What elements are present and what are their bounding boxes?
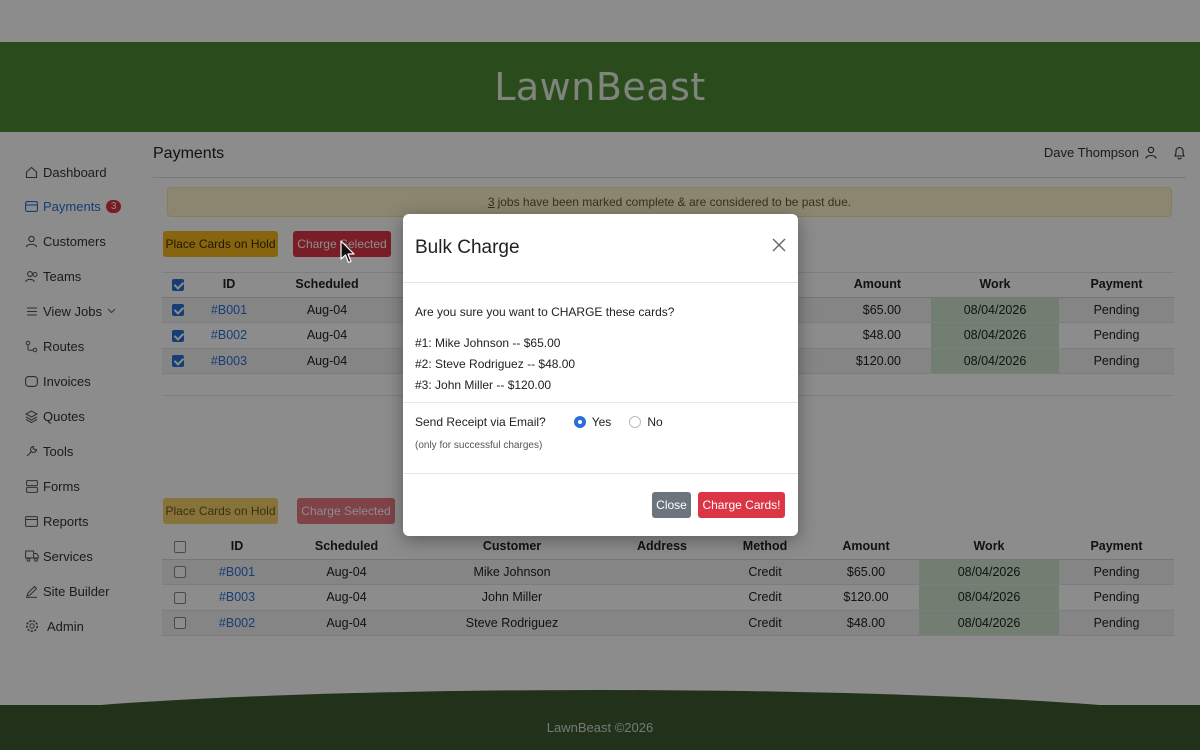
close-button[interactable]: Close — [652, 492, 691, 518]
close-icon[interactable] — [772, 238, 786, 252]
receipt-no-radio[interactable] — [629, 416, 642, 428]
modal-header: Bulk Charge — [403, 214, 798, 283]
send-receipt-label: Send Receipt via Email? — [415, 415, 546, 429]
modal-divider — [403, 402, 798, 403]
bulk-charge-modal: Bulk Charge Are you sure you want to CHA… — [403, 214, 798, 536]
app-window: LawnBeast Dashboard Payments 3 Customers… — [0, 0, 1200, 750]
charge-cards-button[interactable]: Charge Cards! — [698, 492, 785, 518]
charge-list-item: #1: Mike Johnson -- $65.00 — [415, 336, 561, 350]
charge-list-item: #2: Steve Rodriguez -- $48.00 — [415, 357, 576, 371]
receipt-yes-radio[interactable] — [573, 416, 586, 428]
modal-title: Bulk Charge — [415, 237, 520, 258]
send-receipt-row: Send Receipt via Email? Yes No — [415, 415, 663, 429]
modal-body: Are you sure you want to CHARGE these ca… — [415, 305, 785, 396]
charge-list-item: #3: John Miller -- $120.00 — [415, 378, 552, 392]
mouse-cursor-icon — [340, 240, 356, 266]
receipt-note: (only for successful charges) — [415, 440, 543, 451]
receipt-yes-label[interactable]: Yes — [592, 415, 612, 429]
charge-confirmation-question: Are you sure you want to CHARGE these ca… — [415, 305, 675, 319]
receipt-no-label[interactable]: No — [647, 415, 662, 429]
modal-footer-divider — [403, 473, 798, 474]
